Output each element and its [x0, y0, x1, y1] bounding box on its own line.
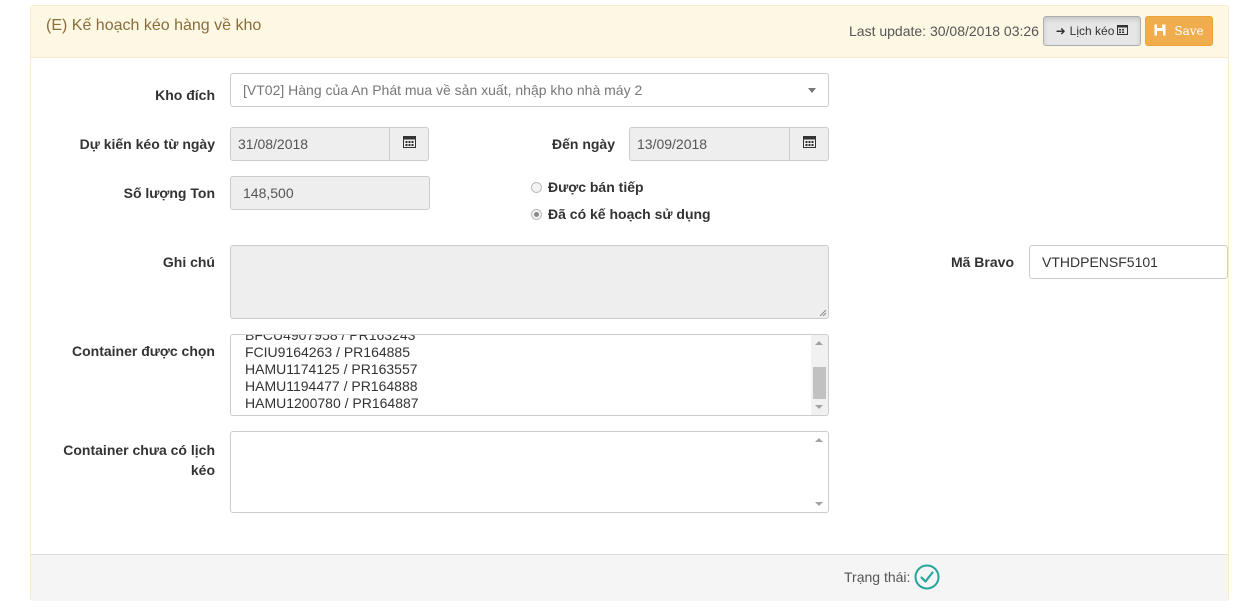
share-arrow-icon: ➜ [1055, 24, 1066, 38]
list-item[interactable]: BFCU4907958 / PR163243 [245, 335, 419, 344]
list-item[interactable]: HAMU1174125 / PR163557 [245, 361, 419, 378]
calendar-icon [1117, 24, 1129, 38]
so-luong-label: Số lượng Ton [123, 185, 215, 201]
kho-dich-label: Kho đích [155, 87, 215, 103]
container-chua-label-line1: Container chưa có lịch [63, 442, 215, 458]
container-chon-items: BFCU4907958 / PR163243 FCIU9164263 / PR1… [245, 335, 419, 412]
lich-keo-label: Lịch kéo [1069, 24, 1115, 38]
scroll-up-icon[interactable] [815, 341, 823, 345]
chevron-down-icon [808, 88, 816, 93]
den-ngay-value: 13/09/2018 [637, 136, 708, 152]
tu-ngay-value: 31/08/2018 [238, 136, 309, 152]
calendar-icon [802, 135, 816, 153]
ghi-chu-label: Ghi chú [162, 254, 215, 270]
scroll-down-icon[interactable] [815, 502, 823, 506]
container-chon-listbox[interactable]: BFCU4907958 / PR163243 FCIU9164263 / PR1… [230, 334, 829, 416]
radio-duoc-ban-tiep[interactable]: Được bán tiếp [531, 179, 644, 195]
kho-dich-select[interactable]: [VT02] Hàng của An Phát mua về sản xuất,… [230, 73, 829, 107]
container-chua-label: Container chưa có lịch kéo [51, 440, 215, 480]
calendar-icon [402, 135, 416, 153]
den-ngay-calendar-button[interactable] [789, 127, 829, 161]
radio-da-co-ke-hoach[interactable]: Đã có kế hoạch sử dụng [531, 206, 711, 222]
tu-ngay-calendar-button[interactable] [389, 127, 429, 161]
lich-keo-button[interactable]: ➜ Lịch kéo [1043, 16, 1141, 46]
radio-circle[interactable] [531, 181, 542, 193]
floppy-disk-icon [1154, 24, 1166, 39]
kho-dich-value: [VT02] Hàng của An Phát mua về sản xuất,… [243, 82, 643, 98]
panel-title: (E) Kế hoạch kéo hàng về kho [46, 17, 262, 34]
save-label: Save [1174, 24, 1204, 38]
list-item[interactable]: FCIU9164263 / PR164885 [245, 344, 419, 361]
status-label: Trạng thái: [844, 569, 911, 585]
resize-handle-icon[interactable] [819, 309, 827, 317]
scroll-thumb[interactable] [813, 367, 826, 399]
ma-bravo-input[interactable]: VTHDPENSF5101 [1029, 245, 1228, 279]
radio-ke-hoach-label: Đã có kế hoạch sử dụng [548, 206, 711, 222]
scroll-up-icon[interactable] [815, 438, 823, 442]
list-item[interactable]: HAMU1194477 / PR164888 [245, 378, 419, 395]
tu-ngay-label: Dự kiến kéo từ ngày [79, 136, 215, 152]
check-circle-icon [914, 564, 940, 595]
last-update-text: Last update: 30/08/2018 03:26 [849, 23, 1039, 39]
radio-circle-checked[interactable] [531, 208, 542, 220]
panel-heading: (E) Kế hoạch kéo hàng về kho Last update… [31, 6, 1228, 58]
so-luong-value: 148,500 [243, 185, 294, 201]
list-item[interactable]: HAMU1200780 / PR164887 [245, 395, 419, 412]
container-chua-scrollbar[interactable] [811, 432, 828, 512]
container-chua-label-line2: kéo [190, 462, 215, 478]
so-luong-input[interactable]: 148,500 [230, 176, 430, 210]
plan-panel: (E) Kế hoạch kéo hàng về kho Last update… [30, 5, 1229, 601]
ma-bravo-label: Mã Bravo [950, 254, 1014, 270]
ghi-chu-textarea[interactable] [230, 245, 829, 319]
container-chua-listbox[interactable] [230, 431, 829, 513]
den-ngay-input[interactable]: 13/09/2018 [629, 127, 790, 161]
radio-ban-tiep-label: Được bán tiếp [548, 179, 644, 195]
save-button[interactable]: Save [1145, 16, 1213, 46]
panel-body: Kho đích [VT02] Hàng của An Phát mua về … [31, 58, 1228, 554]
container-chon-scrollbar[interactable] [811, 335, 828, 415]
ma-bravo-value: VTHDPENSF5101 [1042, 254, 1158, 270]
scroll-down-icon[interactable] [815, 405, 823, 409]
panel-footer: Trạng thái: [31, 554, 1228, 601]
tu-ngay-input[interactable]: 31/08/2018 [230, 127, 390, 161]
den-ngay-label: Đến ngày [551, 136, 615, 152]
container-chon-label: Container được chọn [72, 343, 215, 359]
